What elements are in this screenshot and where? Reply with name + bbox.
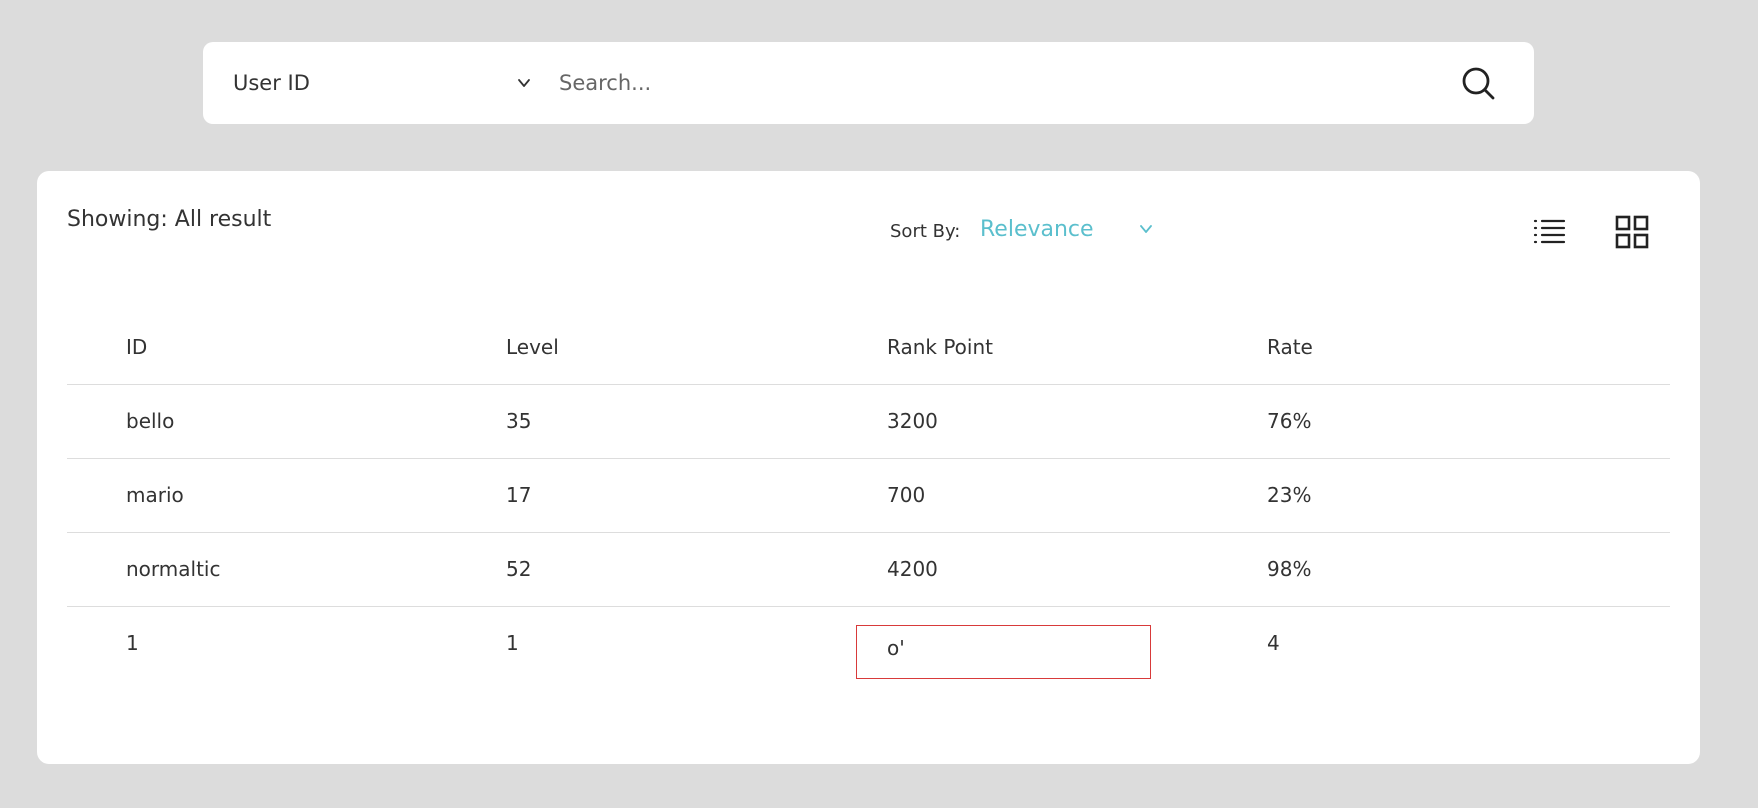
search-filter-select[interactable]: User ID	[233, 42, 533, 124]
table-cell: 23%	[1267, 483, 1312, 507]
table-cell: 17	[506, 483, 532, 507]
column-header-rate: Rate	[1267, 335, 1313, 359]
table-row: 1 1 o' 4	[67, 607, 1670, 680]
table-cell: mario	[126, 483, 184, 507]
table-cell: 98%	[1267, 557, 1312, 581]
column-header-rank-point: Rank Point	[887, 335, 993, 359]
results-table: ID Level Rank Point Rate bello 35 3200 7…	[67, 311, 1670, 680]
table-cell: 76%	[1267, 409, 1312, 433]
table-row: bello 35 3200 76%	[67, 385, 1670, 459]
grid-view-icon[interactable]	[1615, 215, 1649, 249]
search-icon[interactable]	[1459, 64, 1499, 104]
table-cell: 4	[1267, 631, 1280, 655]
search-input[interactable]	[559, 63, 1419, 103]
table-cell: 1	[506, 631, 519, 655]
table-row: mario 17 700 23%	[67, 459, 1670, 533]
sort-by-label: Sort By:	[890, 221, 961, 242]
table-cell: 4200	[887, 557, 938, 581]
table-cell: 35	[506, 409, 532, 433]
table-cell: 3200	[887, 409, 938, 433]
table-cell: 52	[506, 557, 532, 581]
sort-value: Relevance	[980, 217, 1094, 242]
table-row: normaltic 52 4200 98%	[67, 533, 1670, 607]
rank-point-edit-cell[interactable]: o'	[856, 625, 1151, 679]
column-header-level: Level	[506, 335, 559, 359]
sort-select[interactable]: Relevance	[980, 217, 1166, 251]
list-view-icon[interactable]	[1533, 215, 1567, 249]
showing-label: Showing: All result	[67, 207, 272, 232]
table-cell: normaltic	[126, 557, 221, 581]
search-filter-value: User ID	[233, 71, 310, 95]
chevron-down-icon	[518, 79, 530, 87]
results-panel: Showing: All result Sort By: Relevance I…	[37, 171, 1700, 764]
table-cell: 700	[887, 483, 926, 507]
table-cell: bello	[126, 409, 175, 433]
table-cell: 1	[126, 631, 139, 655]
chevron-down-icon	[1140, 225, 1152, 233]
table-header-row: ID Level Rank Point Rate	[67, 311, 1670, 385]
table-cell: o'	[887, 636, 905, 660]
search-bar: User ID	[203, 42, 1534, 124]
column-header-id: ID	[126, 335, 148, 359]
